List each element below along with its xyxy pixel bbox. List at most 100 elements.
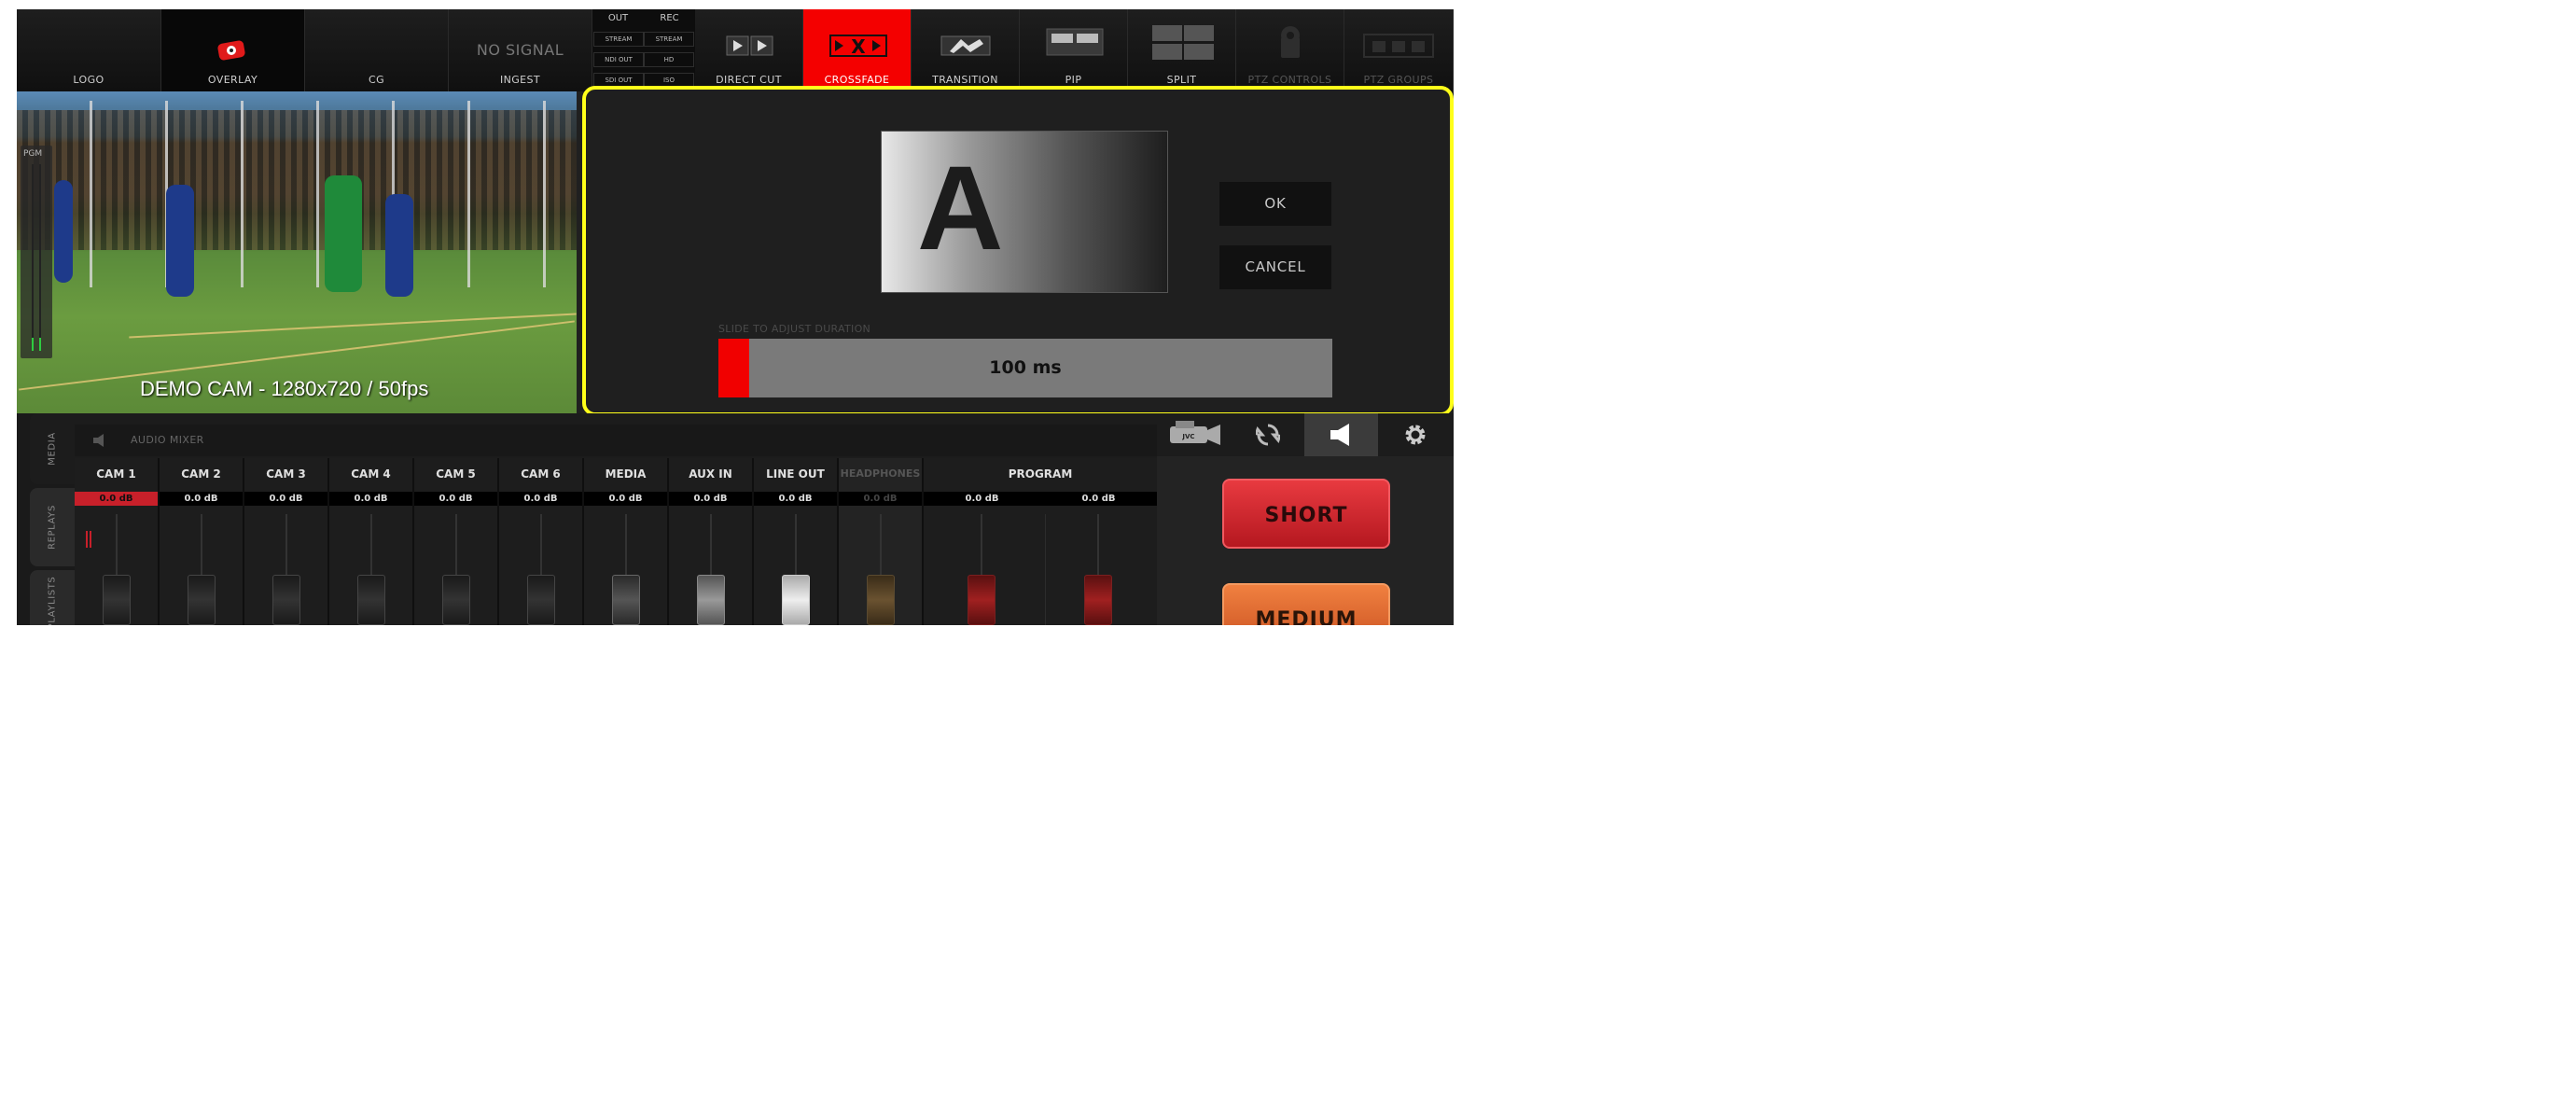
duration-slider[interactable]: 100 ms <box>718 339 1332 397</box>
channel-aux-in: AUX IN 0.0 dB <box>669 458 754 625</box>
ptz-groups-button[interactable]: PTZ GROUPS <box>1344 9 1454 91</box>
cg-label: CG <box>368 74 384 86</box>
channel-headphones: HEADPHONES 0.0 dB <box>839 458 924 625</box>
fader-knob[interactable] <box>357 575 385 625</box>
fader-knob[interactable] <box>527 575 555 625</box>
split-button[interactable]: SPLIT <box>1128 9 1236 91</box>
channel-cam-5: CAM 5 0.0 dB <box>414 458 499 625</box>
gear-icon <box>1405 425 1426 445</box>
channel-name: PROGRAM <box>1008 467 1073 481</box>
channel-name: CAM 4 <box>351 467 391 481</box>
cg-button[interactable]: CG <box>305 9 449 91</box>
channel-cam-1: CAM 1 0.0 dB <box>75 458 160 625</box>
transition-icon <box>940 35 991 56</box>
channel-db: 0.0 dB <box>584 492 667 506</box>
crossfade-label: CROSSFADE <box>824 74 890 86</box>
channel-db: 0.0 dB <box>244 492 327 506</box>
transition-button[interactable]: TRANSITION <box>912 9 1020 91</box>
fader-knob[interactable] <box>442 575 470 625</box>
crossfade-button[interactable]: X CROSSFADE <box>803 9 912 91</box>
short-replay-button[interactable]: SHORT <box>1222 479 1390 549</box>
channel-name: AUX IN <box>689 467 732 481</box>
direct-cut-button[interactable]: DIRECT CUT <box>695 9 803 91</box>
side-tabs: MEDIA REPLAYS PLAYLISTS <box>17 413 75 625</box>
pitch-line <box>129 313 577 339</box>
tab-media-label: MEDIA <box>47 432 58 466</box>
overlay-label: OVERLAY <box>207 74 258 86</box>
transition-label: TRANSITION <box>932 74 998 86</box>
out-stream-toggle[interactable]: STREAM <box>593 32 644 47</box>
ptz-camera-icon <box>1281 26 1300 58</box>
split-icon <box>1152 25 1214 60</box>
tab-replays-label: REPLAYS <box>47 505 58 550</box>
channel-line-out: LINE OUT 0.0 dB <box>754 458 839 625</box>
replay-toolbar: JVC <box>1157 413 1454 456</box>
pip-icon <box>1046 28 1104 56</box>
channel-name: CAM 6 <box>521 467 561 481</box>
tab-media[interactable]: MEDIA <box>30 413 75 484</box>
direct-cut-label: DIRECT CUT <box>716 74 782 86</box>
cancel-button[interactable]: CANCEL <box>1219 245 1331 289</box>
app-window: LOGO OVERLAY CG NO SIGNAL INGEST OUT REC… <box>17 9 1454 625</box>
program-divider <box>1045 514 1046 625</box>
player-figure <box>166 185 194 297</box>
fader-knob[interactable] <box>782 575 810 625</box>
rec-header: REC <box>660 13 679 23</box>
channel-name: LINE OUT <box>766 467 825 481</box>
player-figure <box>325 175 362 292</box>
player-figure <box>385 194 413 297</box>
settings-button[interactable] <box>1378 413 1452 456</box>
slider-label: SLIDE TO ADJUST DURATION <box>718 323 871 335</box>
fader-knob[interactable] <box>867 575 895 625</box>
direct-cut-icon <box>726 35 773 56</box>
crossfade-icon: X <box>829 35 887 57</box>
medium-replay-button[interactable]: MEDIUM <box>1222 583 1390 625</box>
fader-knob[interactable] <box>188 575 216 625</box>
channel-cam-4: CAM 4 0.0 dB <box>329 458 414 625</box>
fader-knob[interactable] <box>968 575 996 625</box>
clip-indicator <box>90 531 91 548</box>
speaker-icon <box>1330 424 1349 446</box>
tab-playlists[interactable]: PLAYLISTS <box>30 570 75 625</box>
channel-db: 0.0 dB <box>499 492 582 506</box>
fader-knob[interactable] <box>697 575 725 625</box>
crossfade-duration-dialog: A OK CANCEL SLIDE TO ADJUST DURATION 100… <box>582 86 1454 416</box>
refresh-button[interactable] <box>1231 413 1304 456</box>
rec-hd-toggle[interactable]: HD <box>644 52 694 67</box>
channel-cam-6: CAM 6 0.0 dB <box>499 458 584 625</box>
ptz-controls-button[interactable]: PTZ CONTROLS <box>1236 9 1344 91</box>
fader-knob[interactable] <box>1084 575 1112 625</box>
tab-replays[interactable]: REPLAYS <box>30 488 75 566</box>
transition-preview: A <box>881 131 1168 293</box>
program-db-right: 0.0 dB <box>1040 492 1157 506</box>
logo-label: LOGO <box>73 74 104 86</box>
channel-db: 0.0 dB <box>329 492 412 506</box>
ptz-controls-label: PTZ CONTROLS <box>1247 74 1332 86</box>
channel-name: CAM 2 <box>181 467 221 481</box>
logo-button[interactable]: LOGO <box>17 9 161 91</box>
meter-left <box>32 164 34 351</box>
source-caption: DEMO CAM - 1280x720 / 50fps <box>140 377 429 400</box>
fader-knob[interactable] <box>272 575 300 625</box>
clip-indicator <box>86 531 88 548</box>
preview-poles <box>17 101 577 287</box>
fader-knob[interactable] <box>103 575 131 625</box>
pip-button[interactable]: PIP <box>1020 9 1128 91</box>
channel-db: 0.0 dB <box>75 492 158 506</box>
channel-media: MEDIA 0.0 dB <box>584 458 669 625</box>
audio-button[interactable] <box>1304 413 1378 456</box>
top-toolbar: LOGO OVERLAY CG NO SIGNAL INGEST OUT REC… <box>17 9 1454 91</box>
rec-stream-toggle[interactable]: STREAM <box>644 32 694 47</box>
speaker-icon <box>93 434 104 447</box>
ingest-button[interactable]: NO SIGNAL INGEST <box>449 9 592 91</box>
ndi-out-toggle[interactable]: NDI OUT <box>593 52 644 67</box>
jvc-camera-button[interactable]: JVC <box>1157 413 1231 456</box>
duration-value: 100 ms <box>989 357 1062 378</box>
meter-left-level <box>32 338 34 351</box>
ingest-label: INGEST <box>499 74 541 86</box>
ok-button[interactable]: OK <box>1219 182 1331 226</box>
overlay-button[interactable]: OVERLAY <box>161 9 305 91</box>
fader-knob[interactable] <box>612 575 640 625</box>
replay-panel: JVC SHORT MEDIUM <box>1157 413 1454 625</box>
preview-letter: A <box>917 142 1004 275</box>
